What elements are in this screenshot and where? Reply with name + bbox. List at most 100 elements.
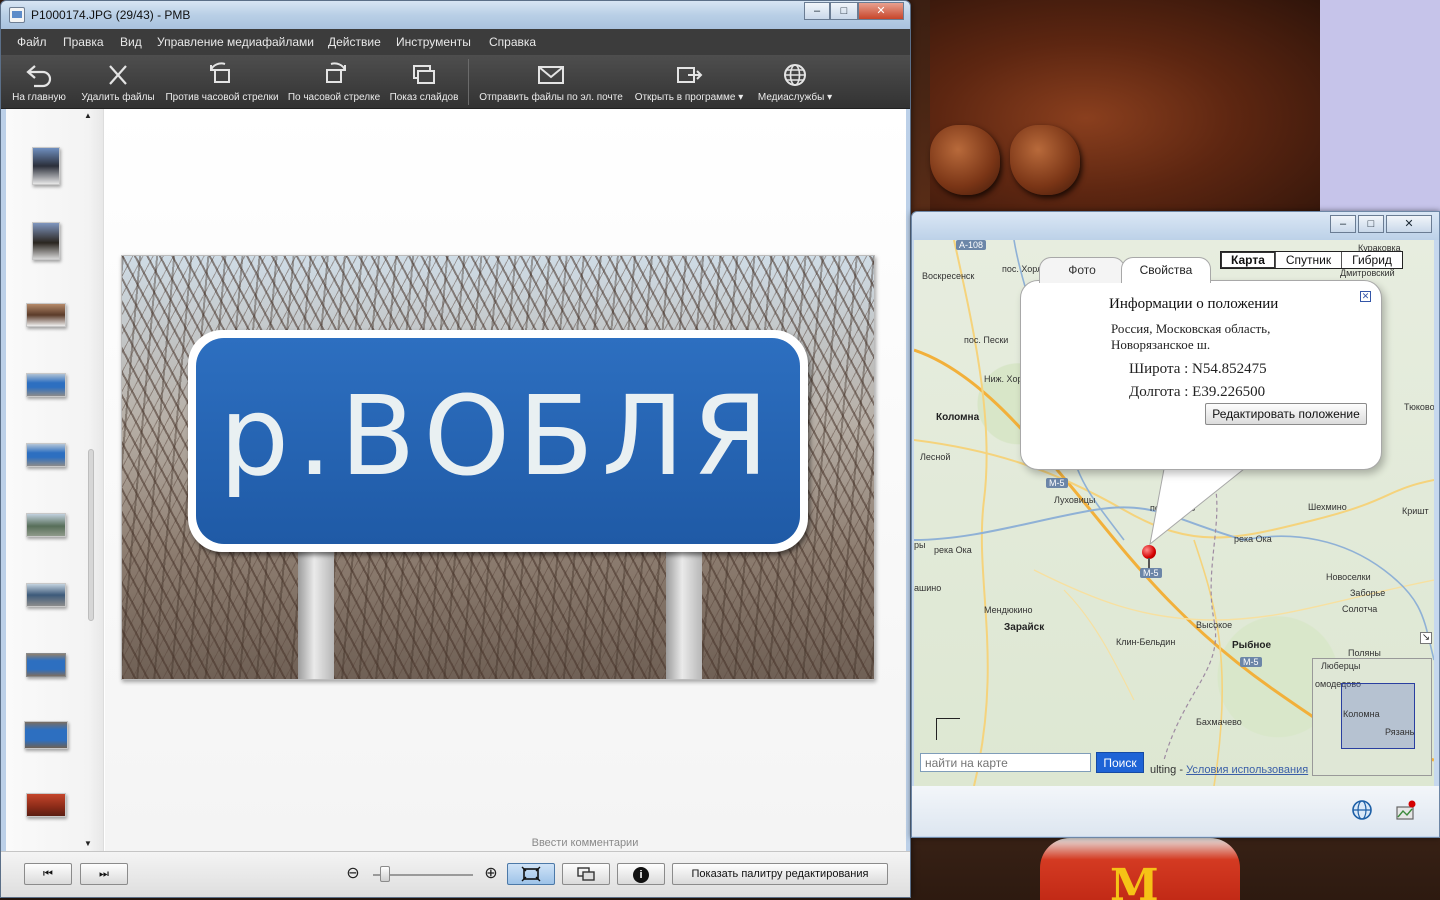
cup-logo: M <box>1110 860 1159 900</box>
thumbnail-current[interactable] <box>6 653 86 713</box>
map-credit: ulting - Условия использования <box>1150 764 1308 776</box>
edit-location-button[interactable]: Редактировать положение <box>1205 403 1367 425</box>
menu-action[interactable]: Действие <box>328 35 381 49</box>
overview-label: Люберцы <box>1321 661 1361 671</box>
thumbnail[interactable] <box>6 222 86 282</box>
thumbnail[interactable] <box>6 583 86 643</box>
menu-tools[interactable]: Инструменты <box>396 35 471 49</box>
toolbar-label: Удалить файлы <box>81 92 155 103</box>
menu-file[interactable]: Файл <box>17 35 47 49</box>
compare-view-button[interactable] <box>562 863 610 885</box>
rotate-cw-icon <box>326 62 346 83</box>
info-balloon: Фото Свойства ✕ Информации о положении Р… <box>1020 257 1382 470</box>
rotate-cw-button[interactable]: По часовой стрелке <box>287 55 381 109</box>
skip-forward-icon: ⏭ <box>99 868 109 880</box>
map-canvas[interactable]: А-108 Воскресенск пос. Хорлов пос. Пески… <box>914 240 1434 786</box>
zoom-slider-handle[interactable] <box>380 866 391 882</box>
menu-help[interactable]: Справка <box>489 35 536 49</box>
thumbnail[interactable] <box>6 721 86 781</box>
carved-ornament <box>1010 125 1080 195</box>
address-line: Россия, Московская область, <box>1111 321 1271 336</box>
thumbnail[interactable] <box>6 513 86 573</box>
previous-button[interactable]: ⏮ <box>24 863 72 885</box>
pmb-titlebar[interactable]: P1000174.JPG (29/43) - PMB – □ ✕ <box>1 1 910 29</box>
overview-map[interactable]: Люберцы омодедово Коломна Рязань <box>1312 658 1432 776</box>
overview-label: Рязань <box>1385 727 1415 737</box>
sign-pole <box>666 546 702 679</box>
balloon-title: Информации о положении <box>1109 296 1279 312</box>
balloon-close-icon[interactable]: ✕ <box>1360 291 1371 302</box>
map-titlebar[interactable]: – □ ✕ <box>912 212 1439 240</box>
minimize-button[interactable]: – <box>804 2 830 20</box>
wallpaper-area <box>1320 0 1440 215</box>
toolbar-label: Показ слайдов <box>389 92 459 103</box>
thumbnail[interactable] <box>6 303 86 363</box>
fit-to-window-button[interactable] <box>507 863 555 885</box>
rotate-ccw-icon <box>210 62 230 83</box>
close-button[interactable]: ✕ <box>858 2 904 20</box>
overview-toggle-icon[interactable]: ↘ <box>1420 632 1432 644</box>
bottom-bar: ⏮ ⏭ ⊖ ⊕ i Показать палитру редактировани… <box>1 851 910 897</box>
menu-edit[interactable]: Правка <box>63 35 104 49</box>
scroll-down-icon[interactable]: ▼ <box>84 839 92 848</box>
home-button[interactable]: На главную <box>5 55 73 109</box>
slideshow-button[interactable]: Показ слайдов <box>389 55 459 109</box>
app-icon <box>9 7 25 23</box>
rotate-ccw-button[interactable]: Против часовой стрелки <box>165 55 279 109</box>
map-bottom-bar <box>912 786 1439 836</box>
road-sign-face: р.ВОБЛЯ <box>196 338 800 544</box>
map-pin-icon[interactable] <box>1142 545 1156 559</box>
open-with-icon <box>677 67 703 83</box>
tab-properties[interactable]: Свойства <box>1121 257 1211 283</box>
longitude-value: Долгота : E39.226500 <box>1129 384 1266 400</box>
tab-photo[interactable]: Фото <box>1039 257 1125 283</box>
pmb-window: P1000174.JPG (29/43) - PMB – □ ✕ Файл Пр… <box>0 0 911 898</box>
thumbnail-strip[interactable]: ▲ ▼ <box>6 109 104 851</box>
menu-media-management[interactable]: Управление медиафайлами <box>157 35 314 49</box>
map-search-input[interactable] <box>920 753 1091 772</box>
credit-text: ulting - <box>1150 764 1184 776</box>
maximize-button[interactable]: □ <box>830 2 858 20</box>
map-window: – □ ✕ А-108 Воскресенск пос. Хорлов пос.… <box>911 211 1440 838</box>
photo-viewer: р.ВОБЛЯ Ввести комментарии <box>105 109 906 851</box>
toolbar-label: Открыть в программе ▾ <box>634 92 744 103</box>
terms-link[interactable]: Условия использования <box>1186 764 1308 776</box>
map-pin-icon[interactable] <box>1394 799 1418 823</box>
map-maximize-button[interactable]: □ <box>1358 215 1384 233</box>
toolbar-label: Отправить файлы по эл. почте <box>479 92 623 103</box>
road-sign: р.ВОБЛЯ <box>188 330 808 552</box>
scroll-up-icon[interactable]: ▲ <box>84 111 92 120</box>
toolbar-label: Против часовой стрелки <box>165 92 279 103</box>
next-button[interactable]: ⏭ <box>80 863 128 885</box>
show-edit-palette-button[interactable]: Показать палитру редактирования <box>672 863 888 885</box>
globe-icon[interactable] <box>1350 799 1374 823</box>
thumbnail[interactable] <box>6 147 86 207</box>
window-title: P1000174.JPG (29/43) - PMB <box>31 8 191 22</box>
photo[interactable]: р.ВОБЛЯ <box>121 255 875 680</box>
skip-back-icon: ⏮ <box>43 868 53 880</box>
map-scale <box>936 718 960 740</box>
toolbar-label: На главную <box>12 92 66 103</box>
info-button[interactable]: i <box>617 863 665 885</box>
menu-view[interactable]: Вид <box>120 35 142 49</box>
zoom-in-icon[interactable]: ⊕ <box>481 863 501 885</box>
thumbnail[interactable] <box>6 443 86 503</box>
latitude-value: Широта : N54.852475 <box>1129 361 1267 377</box>
comment-field[interactable]: Ввести комментарии <box>485 837 685 849</box>
toolbar-separator <box>468 59 469 105</box>
media-services-button[interactable]: Медиаслужбы ▾ <box>755 55 835 109</box>
thumbnail[interactable] <box>6 793 86 853</box>
email-files-button[interactable]: Отправить файлы по эл. почте <box>477 55 625 109</box>
slideshow-icon <box>413 65 435 84</box>
map-search-button[interactable]: Поиск <box>1096 752 1144 773</box>
delete-files-button[interactable]: Удалить файлы <box>79 55 157 109</box>
open-with-button[interactable]: Открыть в программе ▾ <box>633 55 745 109</box>
map-close-button[interactable]: ✕ <box>1386 215 1432 233</box>
map-minimize-button[interactable]: – <box>1330 215 1356 233</box>
thumbnail-scrollbar[interactable] <box>88 449 94 621</box>
info-icon: i <box>633 867 649 883</box>
carved-ornament <box>930 125 1000 195</box>
zoom-out-icon[interactable]: ⊖ <box>343 863 363 885</box>
toolbar-label: По часовой стрелке <box>287 92 381 103</box>
thumbnail[interactable] <box>6 373 86 433</box>
